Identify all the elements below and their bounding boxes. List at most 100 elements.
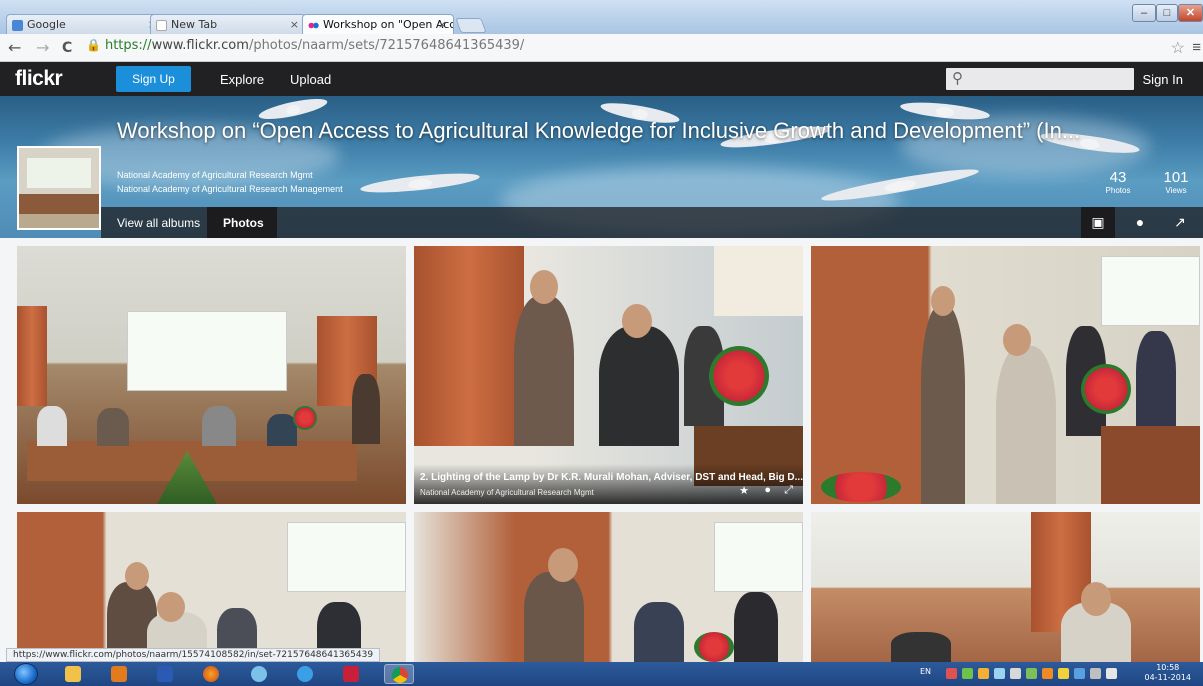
network-status-icon[interactable]: [1090, 668, 1101, 679]
favorite-star-icon[interactable]: ★: [739, 484, 749, 497]
address-bar[interactable]: 🔒 https://www.flickr.com/photos/naarm/set…: [86, 38, 524, 53]
photos-stat: 43 Photos: [1100, 169, 1136, 195]
page-favicon-icon: [156, 20, 167, 31]
clock-time: 10:58: [1156, 663, 1180, 672]
album-title: Workshop on “Open Access to Agricultural…: [117, 118, 1081, 143]
system-clock[interactable]: 10:58 04-11-2014: [1145, 663, 1192, 683]
tab-label: New Tab: [171, 18, 218, 31]
tab-view-all-albums[interactable]: View all albums: [117, 216, 200, 230]
volume-icon[interactable]: [1010, 668, 1021, 679]
tray-icon[interactable]: [946, 668, 957, 679]
share-icon[interactable]: ↗: [1171, 213, 1189, 231]
firefox-icon: [203, 666, 219, 682]
maximize-button[interactable]: □: [1156, 4, 1178, 22]
sign-in-link[interactable]: Sign In: [1143, 72, 1183, 87]
url-host: www.flickr.com: [151, 38, 249, 53]
photos-label: Photos: [1105, 186, 1131, 195]
browser-tab-strip: Google × New Tab × Workshop on "Open Acc…: [0, 0, 1203, 35]
new-tab-button[interactable]: [455, 18, 487, 33]
explorer-taskbar-button[interactable]: [58, 664, 88, 684]
photos-count: 43: [1109, 169, 1127, 186]
search-icon: ⚲: [952, 70, 963, 87]
photo-tile[interactable]: [414, 512, 803, 662]
album-subnav: View all albums Photos ▣ ● ↗: [101, 207, 1203, 238]
chrome-taskbar-button[interactable]: [384, 664, 414, 684]
tray-icon[interactable]: [1058, 668, 1069, 679]
tab-google[interactable]: Google ×: [6, 14, 164, 34]
comment-icon[interactable]: ●: [1131, 213, 1149, 231]
seagull-icon: [359, 169, 481, 197]
url-path: /photos/naarm/sets/72157648641365439/: [248, 38, 525, 53]
ie-taskbar-button[interactable]: [290, 664, 320, 684]
sign-up-button[interactable]: Sign Up: [116, 66, 191, 92]
speaker-icon[interactable]: [1106, 668, 1117, 679]
tray-icon[interactable]: [1042, 668, 1053, 679]
chrome-icon: [392, 667, 408, 683]
media-player-icon: [111, 666, 127, 682]
search-input[interactable]: ⚲: [946, 68, 1134, 90]
views-stat: 101 Views: [1156, 169, 1196, 195]
tab-workshop[interactable]: Workshop on "Open Acce ×: [302, 14, 454, 35]
tray-icon[interactable]: [978, 668, 989, 679]
flickr-favicon-icon: [308, 20, 319, 31]
flickr-nav: flickr Sign Up Explore Upload ⚲ Sign In: [0, 62, 1203, 96]
word-icon: [157, 666, 173, 682]
tab-close-icon[interactable]: ×: [290, 15, 299, 34]
tab-close-icon[interactable]: ×: [438, 15, 447, 35]
minimize-button[interactable]: –: [1132, 4, 1156, 22]
photo-tile[interactable]: [17, 512, 406, 662]
tab-label: Google: [27, 18, 66, 31]
tray-icon[interactable]: [994, 668, 1005, 679]
photo-owner[interactable]: National Academy of Agricultural Researc…: [420, 488, 594, 497]
windows-start-icon[interactable]: [14, 663, 38, 685]
views-count: 101: [1163, 169, 1189, 186]
slideshow-icon[interactable]: ▣: [1089, 213, 1107, 231]
status-bar-url: https://www.flickr.com/photos/naarm/1557…: [6, 648, 381, 662]
tab-label: Workshop on "Open Acce: [323, 18, 454, 31]
firefox-taskbar-button[interactable]: [196, 664, 226, 684]
photo-title: 2. Lighting of the Lamp by Dr K.R. Mural…: [420, 472, 803, 483]
tray-icon[interactable]: [962, 668, 973, 679]
tray-icon[interactable]: [1074, 668, 1085, 679]
antivirus-taskbar-button[interactable]: [336, 664, 366, 684]
forward-button[interactable]: →: [36, 38, 49, 57]
word-taskbar-button[interactable]: [150, 664, 180, 684]
language-indicator[interactable]: EN: [920, 667, 931, 676]
flickr-logo[interactable]: flickr: [15, 67, 63, 91]
photo-tile[interactable]: 2. Lighting of the Lamp by Dr K.R. Mural…: [414, 246, 803, 504]
media-taskbar-button[interactable]: [104, 664, 134, 684]
google-favicon-icon: [12, 20, 23, 31]
folder-icon: [65, 666, 81, 682]
browser-menu-icon[interactable]: ≡: [1192, 39, 1201, 56]
tray-icon[interactable]: [1026, 668, 1037, 679]
photo-tile[interactable]: [17, 246, 406, 504]
photo-caption: 2. Lighting of the Lamp by Dr K.R. Mural…: [414, 464, 803, 504]
url-scheme: https://: [104, 38, 152, 53]
antivirus-icon: [343, 666, 359, 682]
browser-toolbar: ← → C 🔒 https://www.flickr.com/photos/naa…: [0, 34, 1203, 62]
clock-date: 04-11-2014: [1144, 673, 1192, 682]
explore-link[interactable]: Explore: [220, 72, 264, 87]
reload-button[interactable]: C: [62, 40, 72, 56]
comment-icon[interactable]: ●: [764, 484, 771, 496]
screen: Google × New Tab × Workshop on "Open Acc…: [0, 0, 1203, 686]
tab-new-tab[interactable]: New Tab ×: [150, 14, 306, 34]
views-label: Views: [1165, 186, 1187, 195]
album-owner-full-name: National Academy of Agricultural Researc…: [117, 184, 343, 194]
windows-taskbar: EN 10:58 04-11-2014: [0, 662, 1203, 686]
back-button[interactable]: ←: [8, 38, 21, 57]
photo-tile[interactable]: [811, 246, 1200, 504]
expand-icon[interactable]: ⤢: [784, 484, 793, 497]
network-icon: [251, 666, 267, 682]
internet-explorer-icon: [297, 666, 313, 682]
lock-icon: 🔒: [86, 38, 101, 52]
bookmark-star-icon[interactable]: ☆: [1171, 38, 1185, 58]
upload-link[interactable]: Upload: [290, 72, 331, 87]
album-owner-link[interactable]: National Academy of Agricultural Researc…: [117, 170, 313, 180]
album-owner-thumbnail[interactable]: [17, 146, 101, 230]
network-taskbar-button[interactable]: [244, 664, 274, 684]
photo-tile[interactable]: [811, 512, 1200, 662]
tab-photos[interactable]: Photos: [223, 216, 264, 230]
close-window-button[interactable]: ✕: [1178, 4, 1203, 22]
photo-grid: 2. Lighting of the Lamp by Dr K.R. Mural…: [0, 238, 1203, 662]
